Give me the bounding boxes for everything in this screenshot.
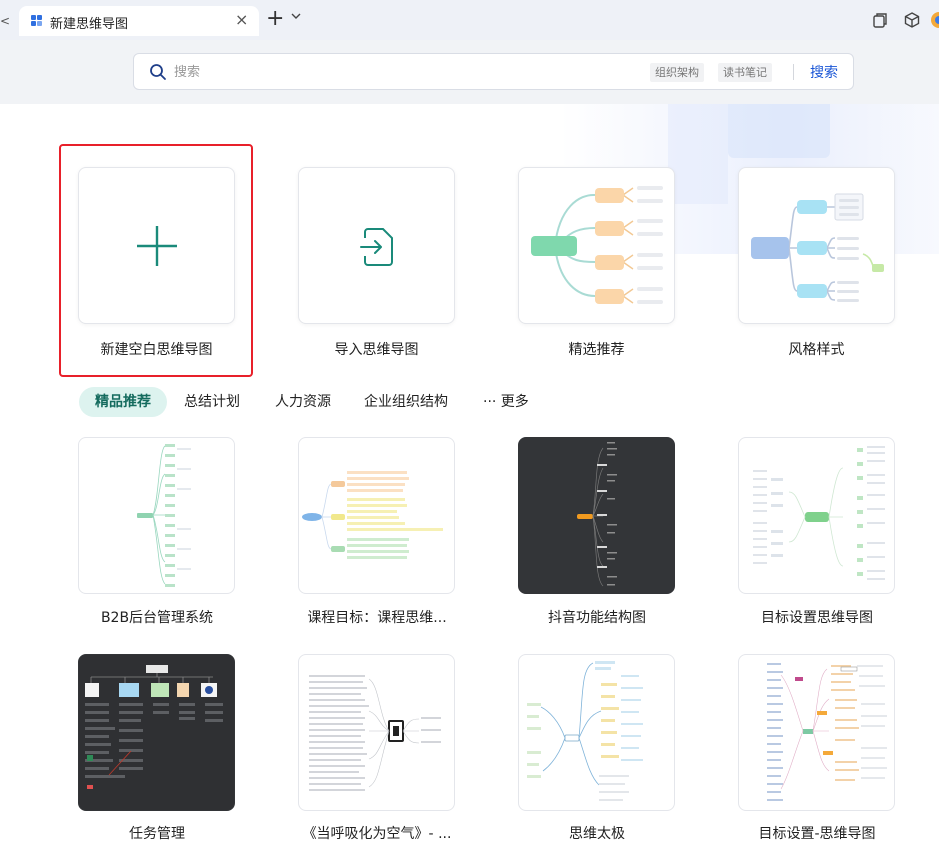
search-icon <box>149 63 167 81</box>
b2b-mindmap-thumbnail <box>79 438 234 593</box>
course-mindmap-thumbnail <box>299 438 454 593</box>
template-card-breath-becomes-air[interactable] <box>298 654 455 811</box>
goal-setting-mindmap-thumbnail <box>739 655 894 810</box>
goal-mindmap-thumbnail <box>739 438 894 593</box>
tab-list-dropdown-icon[interactable] <box>291 12 301 20</box>
template-card-course-goals[interactable] <box>298 437 455 594</box>
search-chip-org[interactable]: 组织架构 <box>650 63 704 82</box>
search-button[interactable]: 搜索 <box>810 62 838 82</box>
featured-recommend-label: 精选推荐 <box>568 342 625 358</box>
search-divider <box>793 64 794 80</box>
template-label: 课程目标：课程思维... <box>307 610 447 626</box>
tab-close-icon[interactable]: × <box>235 11 248 29</box>
featured-mindmap-illustration <box>519 168 674 323</box>
tab-premium-recommend[interactable]: 精品推荐 <box>79 387 167 417</box>
template-card-mind-taiji[interactable] <box>518 654 675 811</box>
import-mindmap-label: 导入思维导图 <box>334 342 419 358</box>
profile-avatar-icon[interactable] <box>930 11 939 29</box>
template-label: B2B后台管理系统 <box>100 610 214 626</box>
new-blank-mindmap-card[interactable] <box>78 167 235 324</box>
template-label: 抖音功能结构图 <box>548 610 646 626</box>
template-label: 目标设置-思维导图 <box>758 826 876 842</box>
template-label: 《当呼吸化为空气》- ... <box>302 826 452 842</box>
import-mindmap-card[interactable] <box>298 167 455 324</box>
mindmap-favicon-icon <box>31 15 42 26</box>
taiji-mindmap-thumbnail <box>519 655 674 810</box>
new-blank-mindmap-label: 新建空白思维导图 <box>100 342 213 358</box>
plus-icon <box>136 225 178 267</box>
tab-more[interactable]: ··· 更多 <box>483 387 529 417</box>
search-bar: 组织架构 读书笔记 搜索 <box>133 53 854 90</box>
style-theme-card[interactable] <box>738 167 895 324</box>
new-tab-button[interactable]: + <box>266 8 284 30</box>
style-mindmap-illustration <box>739 168 894 323</box>
browser-tab-strip: < 新建思维导图 × + <box>0 0 939 40</box>
book-notes-mindmap-thumbnail <box>299 655 454 810</box>
search-input[interactable] <box>174 60 594 84</box>
tab-scroll-left-icon[interactable]: < <box>0 10 10 32</box>
template-card-task-management[interactable] <box>78 654 235 811</box>
window-restore-icon[interactable] <box>871 11 889 29</box>
import-file-icon <box>359 226 397 268</box>
template-label: 目标设置思维导图 <box>761 610 873 626</box>
template-card-goal-setting-mindmap[interactable] <box>738 654 895 811</box>
featured-recommend-card[interactable] <box>518 167 675 324</box>
extension-cube-icon[interactable] <box>903 11 921 29</box>
template-label: 思维太极 <box>569 826 625 842</box>
template-card-b2b[interactable] <box>78 437 235 594</box>
tab-org-structure[interactable]: 企业组织结构 <box>364 387 448 417</box>
tab-summary-plan[interactable]: 总结计划 <box>184 387 240 417</box>
tab-title: 新建思维导图 <box>50 17 129 32</box>
template-card-douyin[interactable] <box>518 437 675 594</box>
browser-tab-active[interactable]: 新建思维导图 × <box>19 6 259 36</box>
hero-decor-block <box>728 104 830 158</box>
search-chip-notes[interactable]: 读书笔记 <box>718 63 772 82</box>
template-label: 任务管理 <box>129 826 185 842</box>
hero-decor-block <box>668 104 728 204</box>
tab-human-resources[interactable]: 人力资源 <box>275 387 331 417</box>
task-mindmap-thumbnail <box>79 655 234 810</box>
style-theme-label: 风格样式 <box>788 342 845 358</box>
douyin-mindmap-thumbnail <box>519 438 674 593</box>
template-card-goal-setting[interactable] <box>738 437 895 594</box>
